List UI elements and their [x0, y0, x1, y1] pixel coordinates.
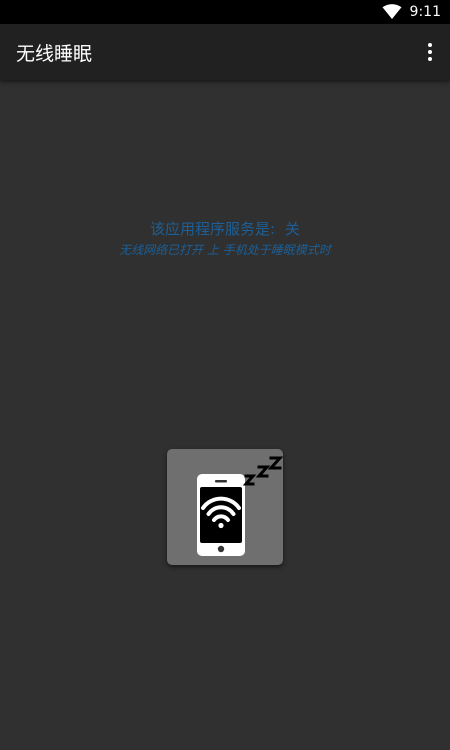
phone-wifi-sleep-icon — [197, 456, 283, 556]
status-time: 9:11 — [409, 4, 441, 20]
status-bar: 9:11 — [0, 0, 450, 24]
service-status-value: 关 — [285, 220, 301, 238]
app-bar: 无线睡眠 — [0, 24, 450, 80]
service-status: 该应用程序服务是: 关 无线网络已打开 上 手机处于睡眠模式时 — [0, 219, 450, 261]
service-status-line: 该应用程序服务是: 关 — [0, 219, 450, 239]
wifi-sleep-toggle-button[interactable] — [167, 449, 283, 565]
overflow-menu-icon[interactable] — [418, 32, 442, 72]
service-status-label: 该应用程序服务是: — [149, 220, 276, 238]
wifi-icon — [382, 4, 402, 20]
service-description: 无线网络已打开 上 手机处于睡眠模式时 — [119, 243, 331, 257]
app-title: 无线睡眠 — [16, 42, 93, 65]
